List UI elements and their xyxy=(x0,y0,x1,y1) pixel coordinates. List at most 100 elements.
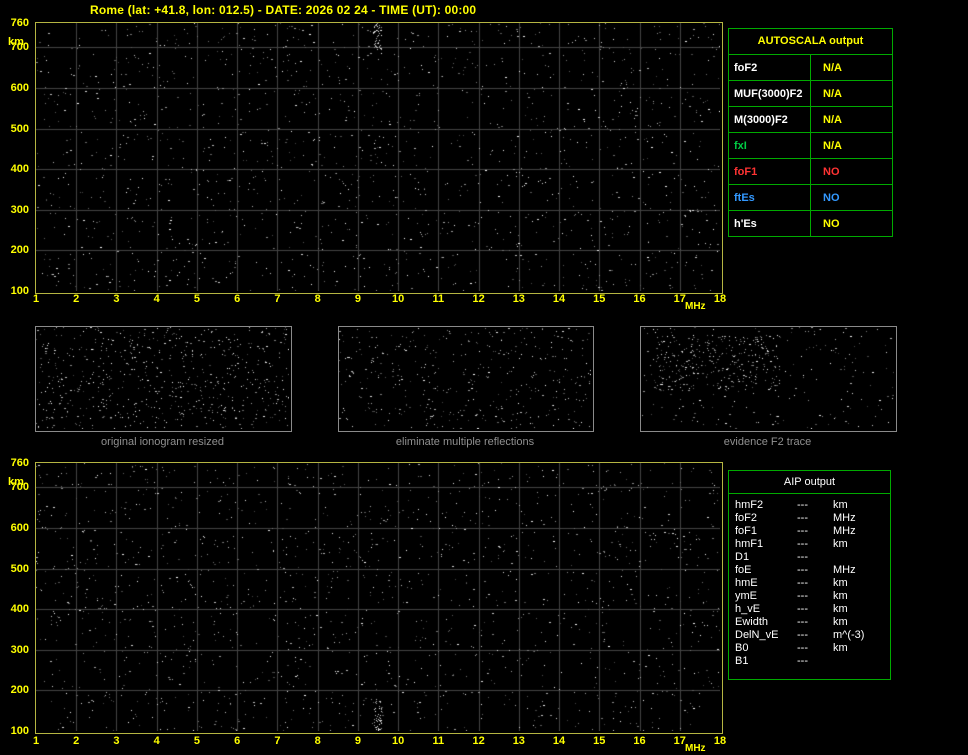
aip-row-value: --- xyxy=(797,590,808,602)
autoscala-row-label: foF1 xyxy=(729,159,811,184)
aip-row: B1 --- xyxy=(735,655,890,668)
y-tick-label: 600 xyxy=(10,521,29,534)
aip-row-label: B1 xyxy=(735,655,749,667)
y-tick-label: 500 xyxy=(10,562,29,575)
y-tick-label: 300 xyxy=(10,643,29,656)
y-tick-label: 760 xyxy=(10,457,29,469)
x-tick-label: 9 xyxy=(354,735,361,747)
autoscala-row: MUF(3000)F2 N/A xyxy=(729,81,892,107)
aip-row-value: --- xyxy=(797,512,808,524)
x-tick-label: 8 xyxy=(314,735,321,747)
y-tick-label: 200 xyxy=(10,684,29,697)
autoscala-row: ftEs NO xyxy=(729,185,892,211)
aip-row-label: Ewidth xyxy=(735,616,769,628)
aip-row-unit: km xyxy=(833,577,848,589)
aip-row-value: --- xyxy=(797,577,808,589)
aip-row-unit: km xyxy=(833,590,848,602)
aip-table: AIP output hmF2 --- km foF2 --- MHz foF1 --- MHz… xyxy=(728,470,891,680)
x-tick-label: 10 xyxy=(391,293,405,305)
aip-row-unit: MHz xyxy=(833,564,856,576)
ionogram-canvas-top xyxy=(36,23,720,291)
x-tick-label: 5 xyxy=(193,293,200,305)
aip-row-label: B0 xyxy=(735,642,749,654)
autoscala-row: fxI N/A xyxy=(729,133,892,159)
y-tick-label: 400 xyxy=(10,603,29,616)
aip-row-label: DelN_vE xyxy=(735,629,779,641)
y-tick-label: 100 xyxy=(10,285,29,297)
x-tick-label: 12 xyxy=(472,735,485,747)
aip-row: foF2 --- MHz xyxy=(735,512,890,525)
x-tick-label: 11 xyxy=(432,735,445,747)
aip-row-unit: km xyxy=(833,603,848,615)
aip-row-label: ymE xyxy=(735,590,757,602)
x-tick-label: 13 xyxy=(512,293,525,305)
x-tick-label: 4 xyxy=(153,735,160,747)
aip-row-label: h_vE xyxy=(735,603,761,615)
x-tick-label: 2 xyxy=(73,293,80,305)
aip-table-header: AIP output xyxy=(729,471,890,494)
aip-row: foE --- MHz xyxy=(735,564,890,577)
y-axis-unit-top: km xyxy=(8,36,24,48)
x-tick-label: 3 xyxy=(113,293,120,305)
panel-caption-original: original ionogram resized xyxy=(101,436,224,448)
aip-row-value: --- xyxy=(797,499,808,511)
autoscala-table-header: AUTOSCALA output xyxy=(729,29,892,55)
x-tick-label: 13 xyxy=(512,735,525,747)
aip-row-value: --- xyxy=(797,564,808,576)
autoscala-row-label: M(3000)F2 xyxy=(729,107,811,132)
aip-row: hmF2 --- km xyxy=(735,499,890,512)
x-tick-label: 10 xyxy=(391,735,405,747)
aip-row: foF1 --- MHz xyxy=(735,525,890,538)
autoscala-row-value: NO xyxy=(823,165,840,178)
x-tick-label: 3 xyxy=(113,735,120,747)
y-tick-label: 200 xyxy=(10,244,29,257)
aip-row-value: --- xyxy=(797,525,808,537)
ionogram-canvas-bottom xyxy=(36,463,720,731)
x-tick-label: 5 xyxy=(193,735,200,747)
autoscala-row-label: foF2 xyxy=(729,55,811,80)
aip-row-label: hmE xyxy=(735,577,758,589)
x-tick-label: 7 xyxy=(274,735,281,747)
ionogram-plot-bottom xyxy=(35,462,723,734)
x-tick-label: 15 xyxy=(593,735,606,747)
aip-row: D1 --- xyxy=(735,551,890,564)
aip-row-label: foE xyxy=(735,564,752,576)
autoscala-row-value: N/A xyxy=(823,87,842,100)
aip-row: hmF1 --- km xyxy=(735,538,890,551)
autoscala-table-body: foF2 N/A MUF(3000)F2 N/A M(3000)F2 N/A fxI N/A f… xyxy=(729,55,892,236)
aip-row-unit: MHz xyxy=(833,525,856,537)
panel-canvas-reflections xyxy=(339,327,591,429)
aip-row-value: --- xyxy=(797,538,808,550)
y-tick-label: 760 xyxy=(10,17,29,29)
x-tick-label: 1 xyxy=(32,293,40,305)
autoscala-row: M(3000)F2 N/A xyxy=(729,107,892,133)
x-tick-label: 7 xyxy=(274,293,281,305)
aip-row-unit xyxy=(833,655,890,668)
y-axis-top: 760 700 600 500 400 300 200 100 xyxy=(0,17,31,297)
aip-row-label: D1 xyxy=(735,551,750,563)
panel-evidence-f2 xyxy=(640,326,897,432)
ionogram-plot-top xyxy=(35,22,723,294)
x-axis-bottom: 1 2 3 4 5 6 7 8 9 10 11 12 13 14 15 16 17 18 xyxy=(33,735,726,749)
x-tick-label: 15 xyxy=(593,293,606,305)
y-tick-label: 300 xyxy=(10,203,29,216)
aip-row: B0 --- km xyxy=(735,642,890,655)
aip-row-value: --- xyxy=(797,551,808,563)
aip-row-unit: km xyxy=(833,616,848,628)
x-tick-label: 12 xyxy=(472,293,485,305)
x-tick-label: 14 xyxy=(552,735,566,747)
autoscala-row-value: NO xyxy=(823,217,840,230)
aip-row-unit: MHz xyxy=(833,512,856,524)
y-axis-bottom: 760 700 600 500 400 300 200 100 xyxy=(0,457,31,737)
x-tick-label: 11 xyxy=(432,293,445,305)
autoscala-row-label: ftEs xyxy=(729,185,811,210)
x-tick-label: 6 xyxy=(234,293,241,305)
x-tick-label: 9 xyxy=(354,293,361,305)
aip-row-label: hmF2 xyxy=(735,499,764,511)
aip-row-unit: km xyxy=(833,642,848,654)
aip-row-unit: m^(-3) xyxy=(833,629,865,641)
x-tick-label: 14 xyxy=(552,293,566,305)
panel-caption-reflections: eliminate multiple reflections xyxy=(395,436,535,448)
aip-row-unit: km xyxy=(833,538,848,550)
aip-row-value: --- xyxy=(797,616,808,628)
